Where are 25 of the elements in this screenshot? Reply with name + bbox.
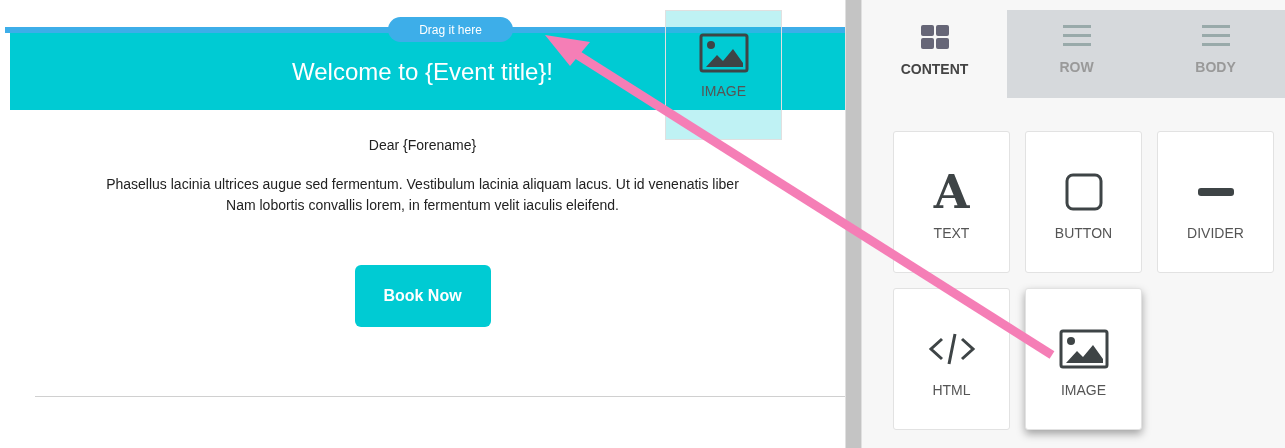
tile-label: HTML [932, 381, 971, 400]
code-icon [927, 331, 976, 367]
block-tile[interactable]: DIVIDER [1157, 131, 1274, 273]
tile-label: IMAGE [1060, 381, 1107, 400]
square-icon [1064, 173, 1103, 211]
menu-icon [1062, 25, 1091, 47]
tile-label: IMAGE [700, 82, 747, 101]
image-icon [698, 33, 749, 73]
body-text: Phasellus lacinia ultrices augue sed fermentum. Vestibulum lacinia aliquam lacus. Ut id venenatis liber [106, 175, 739, 194]
menu-icon [1201, 25, 1230, 47]
dragged-tile[interactable]: IMAGE [665, 10, 782, 140]
block-tile[interactable]: HTML [893, 288, 1010, 430]
tile-label: DIVIDER [1187, 224, 1244, 243]
tile-label: TEXT [933, 224, 970, 243]
image-icon [1058, 329, 1109, 369]
body-text: Nam lobortis convallis lorem, in fermentum velit iaculis eleifend. [226, 196, 619, 215]
grid-icon [920, 25, 949, 49]
letter-a-icon: A [933, 169, 970, 215]
header-title: Welcome to {Event title}! [292, 56, 553, 87]
block-tile[interactable]: IMAGE [1025, 288, 1142, 430]
tile-label: BUTTON [1054, 224, 1113, 243]
drop-label: Drag it here [388, 17, 513, 42]
block-tile[interactable]: A TEXT [893, 131, 1010, 273]
greeting-text: Dear {Forename} [368, 136, 477, 155]
block-tile[interactable]: BUTTON [1025, 131, 1142, 273]
